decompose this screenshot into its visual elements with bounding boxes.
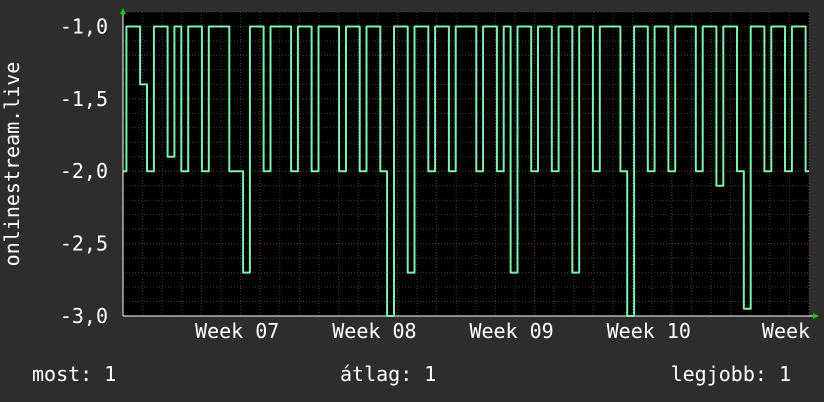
- x-tick-label: Week 10: [607, 319, 691, 343]
- y-axis-arrow: [120, 8, 126, 14]
- y-tick-label: -3,0: [60, 304, 108, 328]
- x-tick-label: Week 09: [469, 319, 553, 343]
- x-tick-label: Week 08: [332, 319, 416, 343]
- x-tick-label: Week 07: [195, 319, 279, 343]
- x-tick-label: Week: [762, 319, 810, 343]
- y-axis-label: onlinestream.live: [0, 62, 24, 267]
- plot-area: [123, 12, 809, 316]
- stat-current: most: 1: [32, 362, 117, 386]
- y-tick-label: -2,0: [60, 159, 108, 183]
- x-axis-arrow: [813, 313, 819, 319]
- stat-average: átlag: 1: [340, 362, 437, 386]
- y-tick-label: -1,5: [60, 87, 108, 111]
- y-tick-label: -2,5: [60, 232, 108, 256]
- chart: -1,0 -1,5 -2,0 -2,5 -3,0 Week 07 Week 08 Week 0…: [0, 8, 819, 343]
- y-tick-label: -1,0: [60, 14, 108, 38]
- stat-max: legjobb: 1: [670, 362, 791, 386]
